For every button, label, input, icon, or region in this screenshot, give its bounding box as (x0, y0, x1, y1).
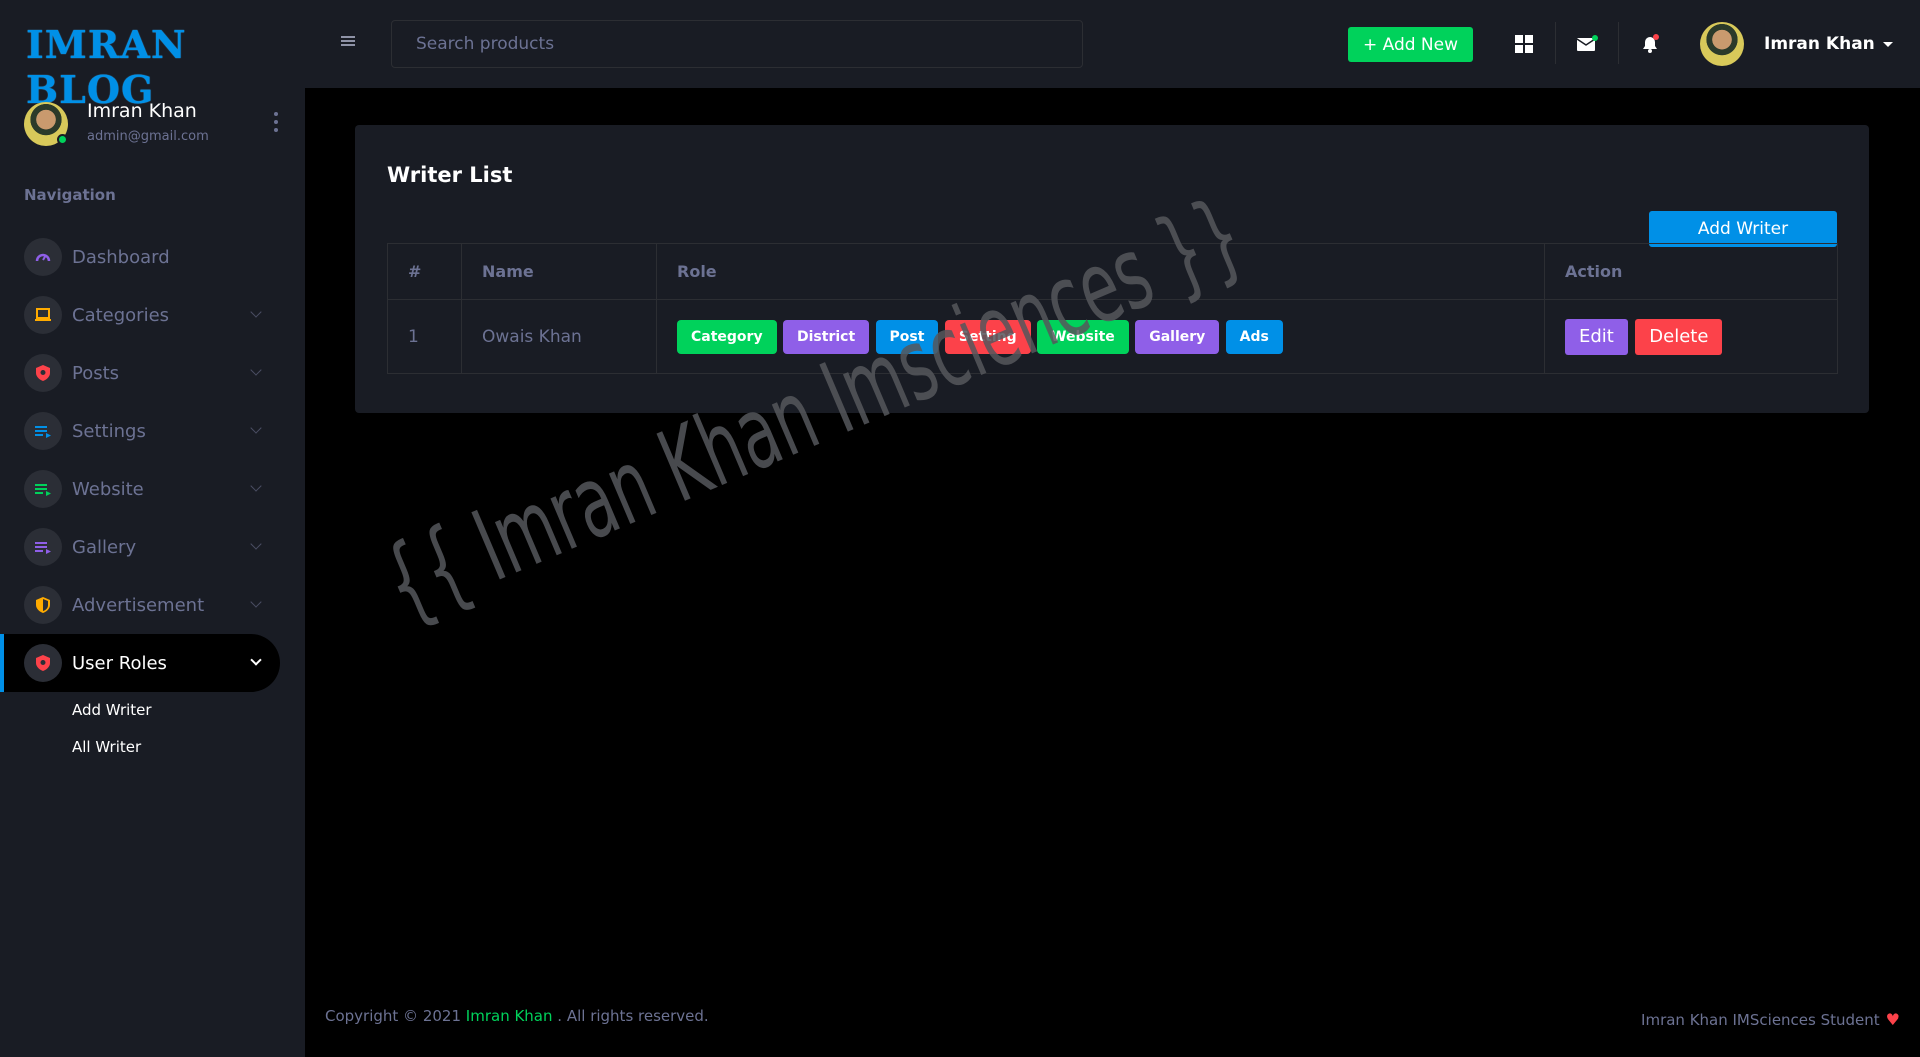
role-badge: Setting (944, 319, 1031, 354)
submenu-item-all-writer[interactable]: All Writer (72, 729, 305, 766)
sidebar: IMRAN BLOG Imran Khan admin@gmail.com Na… (0, 0, 305, 1057)
caret-down-icon (1882, 41, 1893, 47)
sidebar-item-posts[interactable]: Posts (0, 344, 280, 402)
avatar[interactable] (24, 102, 68, 146)
list-icon (24, 412, 62, 450)
edit-button[interactable]: Edit (1565, 318, 1628, 355)
delete-button[interactable]: Delete (1635, 318, 1723, 355)
list-icon (24, 528, 62, 566)
speedometer-icon (24, 238, 62, 276)
header-divider (1618, 22, 1619, 64)
column-header-name: Name (461, 243, 657, 300)
sidebar-item-label: Gallery (72, 536, 137, 558)
sidebar-item-website[interactable]: Website (0, 460, 280, 518)
bell-icon[interactable] (1631, 25, 1669, 63)
role-badge: Category (677, 319, 777, 354)
row-index: 1 (387, 299, 462, 374)
chevron-down-icon (250, 480, 262, 492)
sidebar-item-settings[interactable]: Settings (0, 402, 280, 460)
footer-credit: Imran Khan IMSciences Student ♥ (1641, 1010, 1900, 1029)
chevron-down-icon (250, 538, 262, 550)
footer-credit-text: Imran Khan IMSciences Student (1641, 1010, 1880, 1029)
grid-icon[interactable] (1505, 25, 1543, 63)
submenu-item-add-writer[interactable]: Add Writer (72, 692, 305, 729)
footer-author-link[interactable]: Imran Khan (466, 1007, 553, 1025)
role-badge: Website (1037, 319, 1129, 354)
chevron-down-icon (250, 654, 262, 666)
nav-heading: Navigation (24, 186, 116, 204)
chevron-down-icon (250, 364, 262, 376)
sidebar-item-label: User Roles (72, 652, 167, 674)
profile-email: admin@gmail.com (87, 129, 209, 144)
sidebar-item-label: Advertisement (72, 594, 205, 616)
table-header-row: # Name Role Action (387, 243, 1838, 300)
more-options-icon[interactable] (268, 112, 284, 132)
writer-table: # Name Role Action 1 Owais Khan Category… (387, 243, 1838, 374)
add-new-button[interactable]: + Add New (1348, 27, 1473, 62)
list-icon (24, 470, 62, 508)
role-badge: Ads (1225, 319, 1283, 354)
role-badge: Gallery (1135, 319, 1220, 354)
copyright-prefix: Copyright © 2021 (325, 1007, 462, 1025)
shield-icon (24, 644, 62, 682)
shield-icon (24, 586, 62, 624)
sidebar-item-gallery[interactable]: Gallery (0, 518, 280, 576)
row-roles: Category District Post Setting Website G… (656, 299, 1545, 374)
search-input[interactable] (391, 20, 1083, 68)
heart-icon: ♥ (1885, 1010, 1900, 1029)
laptop-icon (24, 296, 62, 334)
shield-icon (24, 354, 62, 392)
sidebar-item-categories[interactable]: Categories (0, 286, 280, 344)
column-header-role: Role (656, 243, 1545, 300)
sidebar-profile: Imran Khan admin@gmail.com (24, 100, 284, 152)
online-status-dot (57, 134, 68, 145)
brand-logo[interactable]: IMRAN BLOG (26, 22, 305, 112)
chevron-down-icon (250, 306, 262, 318)
user-roles-submenu: Add Writer All Writer (0, 692, 305, 766)
role-badge: District (783, 319, 870, 354)
sidebar-item-user-roles[interactable]: User Roles (0, 634, 280, 692)
card-title: Writer List (387, 163, 513, 187)
column-header-action: Action (1544, 243, 1838, 300)
header-user-name: Imran Khan (1764, 34, 1875, 54)
user-menu[interactable]: Imran Khan (1700, 20, 1893, 68)
row-actions: Edit Delete (1544, 299, 1838, 374)
chevron-down-icon (250, 596, 262, 608)
writer-list-card: Writer List Add Writer # Name Role Actio… (355, 125, 1869, 413)
table-row: 1 Owais Khan Category District Post Sett… (387, 299, 1838, 374)
sidebar-item-label: Dashboard (72, 246, 170, 268)
row-name: Owais Khan (461, 299, 657, 374)
sidebar-item-label: Categories (72, 304, 170, 326)
menu-toggle-icon[interactable] (341, 36, 355, 46)
top-navbar: + Add New Imran Khan (305, 0, 1920, 88)
footer-copyright: Copyright © 2021 Imran Khan . All rights… (325, 1007, 709, 1025)
add-writer-button[interactable]: Add Writer (1649, 211, 1837, 247)
profile-name: Imran Khan (87, 100, 197, 122)
column-header-index: # (387, 243, 462, 300)
sidebar-item-advertisement[interactable]: Advertisement (0, 576, 280, 634)
copyright-suffix: . All rights reserved. (557, 1007, 709, 1025)
sidebar-item-dashboard[interactable]: Dashboard (0, 228, 280, 286)
mail-icon[interactable] (1568, 25, 1606, 63)
role-badge: Post (875, 319, 939, 354)
sidebar-item-label: Settings (72, 420, 146, 442)
sidebar-nav: Dashboard Categories Posts Settings Webs… (0, 228, 305, 766)
sidebar-item-label: Posts (72, 362, 120, 384)
avatar (1700, 22, 1744, 66)
sidebar-item-label: Website (72, 478, 144, 500)
header-divider (1555, 22, 1556, 64)
chevron-down-icon (250, 422, 262, 434)
